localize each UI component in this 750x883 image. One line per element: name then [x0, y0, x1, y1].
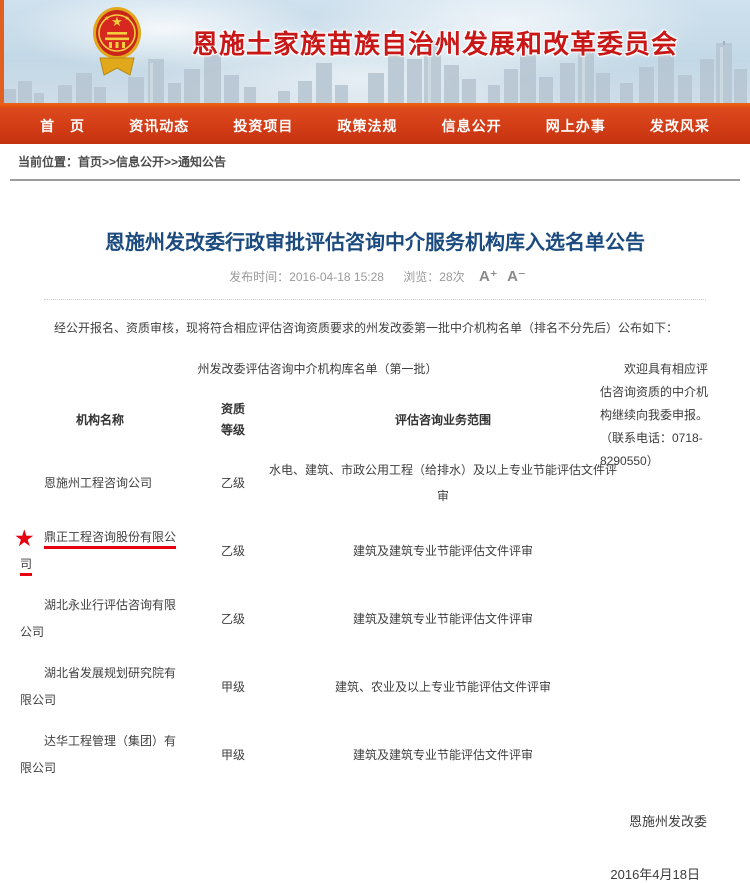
font-decrease-button[interactable]: A⁻: [507, 268, 526, 285]
national-emblem-icon: ★ ★ ★: [92, 5, 142, 79]
table-row: 达华工程管理（集团）有限公司 甲级 建筑及建筑专业节能评估文件评审: [0, 721, 750, 789]
agency-scope: 建筑及建筑专业节能评估文件评审: [268, 742, 618, 768]
agency-scope: 水电、建筑、市政公用工程（给排水）及以上专业节能评估文件评审: [268, 457, 618, 509]
agency-table: 机构名称 资质等级 评估咨询业务范围 恩施州工程咨询公司 乙级 水电、建筑、市政…: [0, 391, 750, 789]
table-row: 湖北永业行评估咨询有限公司 乙级 建筑及建筑专业节能评估文件评审: [0, 585, 750, 653]
page-title: 恩施州发改委行政审批评估咨询中介服务机构库入选名单公告: [45, 229, 705, 257]
nav-item-policy[interactable]: 政策法规: [337, 116, 397, 136]
agency-name: 湖北永业行评估咨询有限公司: [20, 592, 180, 646]
svg-text:★: ★: [104, 15, 109, 22]
nav-item-online[interactable]: 网上办事: [546, 116, 606, 136]
agency-grade: 乙级: [216, 609, 250, 630]
table-header-row: 机构名称 资质等级 评估咨询业务范围: [0, 391, 750, 449]
agency-grade: 甲级: [216, 745, 250, 766]
signature: 恩施州发改委: [0, 811, 750, 830]
agency-scope: 建筑、农业及以上专业节能评估文件评审: [268, 674, 618, 700]
view-count: 浏览：28次: [403, 270, 464, 284]
agency-scope: 建筑及建筑专业节能评估文件评审: [268, 606, 618, 632]
breadcrumb-divider: [10, 179, 740, 181]
col-header-scope: 评估咨询业务范围: [268, 407, 618, 433]
lead-paragraph: 经公开报名、资质审核，现将符合相应评估咨询资质要求的州发改委第一批中介机构名单（…: [30, 318, 720, 338]
breadcrumb: 当前位置：首页>>信息公开>>通知公告: [0, 144, 750, 179]
site-title: 恩施土家族苗族自治州发展和改革委员会: [192, 24, 712, 61]
agency-name: 鼎正工程咨询股份有限公司: [20, 530, 176, 571]
nav-item-news[interactable]: 资讯动态: [129, 116, 189, 136]
col-header-grade: 资质等级: [216, 399, 250, 441]
document-date: 2016年4月18日: [0, 864, 750, 883]
table-row: 恩施州工程咨询公司 乙级 水电、建筑、市政公用工程（给排水）及以上专业节能评估文…: [0, 449, 750, 517]
site-banner: ★ ★ ★ 恩施土家族苗族自治州发展和改革委员会: [0, 0, 750, 103]
nav-item-info[interactable]: 信息公开: [442, 116, 502, 136]
nav-item-home[interactable]: 首 页: [40, 116, 85, 136]
article: 恩施州发改委行政审批评估咨询中介服务机构库入选名单公告 发布时间：2016-04…: [0, 229, 750, 883]
font-increase-button[interactable]: A⁺: [479, 268, 498, 285]
table-row: 湖北省发展规划研究院有限公司 甲级 建筑、农业及以上专业节能评估文件评审: [0, 653, 750, 721]
dotted-divider: [44, 299, 706, 300]
agency-name: 恩施州工程咨询公司: [20, 470, 180, 497]
publish-time: 发布时间：2016-04-18 15:28: [229, 270, 384, 284]
agency-name: 达华工程管理（集团）有限公司: [20, 728, 180, 782]
svg-text:★: ★: [124, 15, 129, 22]
agency-scope: 建筑及建筑专业节能评估文件评审: [268, 538, 618, 564]
article-meta: 发布时间：2016-04-18 15:28 浏览：28次 A⁺ A⁻: [0, 267, 750, 285]
agency-grade: 乙级: [216, 541, 250, 562]
breadcrumb-path[interactable]: 首页>>信息公开>>通知公告: [78, 155, 226, 169]
agency-grade: 甲级: [216, 677, 250, 698]
agency-name: 湖北省发展规划研究院有限公司: [20, 660, 180, 714]
list-title: 州发改委评估咨询中介机构库名单（第一批）: [30, 360, 605, 377]
nav-item-style[interactable]: 发改风采: [650, 116, 710, 136]
breadcrumb-label: 当前位置：: [18, 155, 78, 169]
main-nav: 首 页 资讯动态 投资项目 政策法规 信息公开 网上办事 发改风采: [0, 108, 750, 144]
table-row-highlighted: ★ 鼎正工程咨询股份有限公司 乙级 建筑及建筑专业节能评估文件评审: [0, 517, 750, 585]
col-header-name: 机构名称: [20, 407, 180, 434]
red-star-icon: ★: [14, 527, 35, 550]
svg-text:★: ★: [111, 14, 123, 29]
nav-item-invest[interactable]: 投资项目: [233, 116, 293, 136]
list-section: 州发改委评估咨询中介机构库名单（第一批） 欢迎具有相应评估咨询资质的中介机构继续…: [0, 360, 750, 789]
agency-grade: 乙级: [216, 473, 250, 494]
